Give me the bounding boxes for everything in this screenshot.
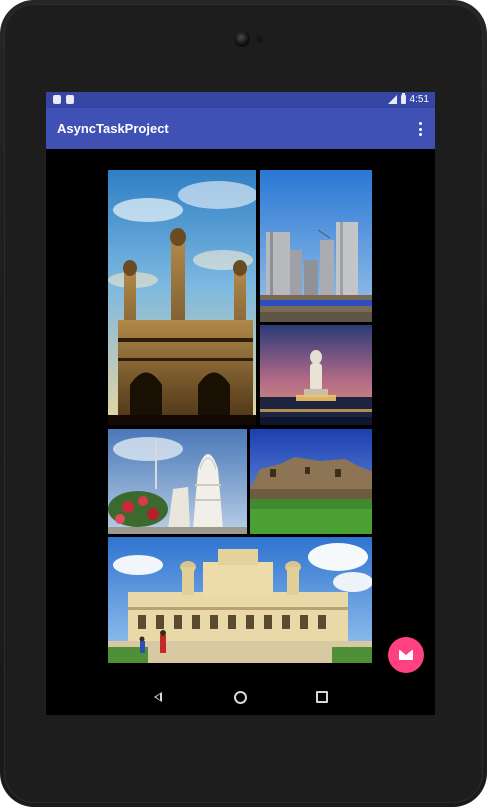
email-icon — [399, 650, 413, 660]
device-screen: 4:51 AsyncTaskProject — [46, 92, 435, 715]
app-title: AsyncTaskProject — [57, 121, 169, 136]
recents-icon — [316, 691, 328, 703]
birla-mandir-photo[interactable] — [108, 429, 247, 534]
navigation-bar — [46, 679, 435, 715]
buddha-statue-photo[interactable] — [260, 325, 372, 425]
battery-icon — [400, 93, 406, 104]
app-toolbar: AsyncTaskProject — [46, 108, 435, 149]
status-bar: 4:51 — [46, 92, 435, 108]
back-icon — [154, 692, 162, 702]
camera-sensor — [256, 36, 263, 43]
front-camera — [234, 31, 250, 47]
chowmahalla-palace-photo[interactable] — [108, 537, 372, 663]
back-button[interactable] — [148, 687, 168, 707]
signal-icon — [387, 95, 397, 104]
status-time: 4:51 — [409, 94, 429, 105]
tablet-frame: 4:51 AsyncTaskProject — [0, 0, 487, 807]
home-button[interactable] — [230, 687, 250, 707]
recents-button[interactable] — [312, 687, 332, 707]
charminar-photo[interactable] — [108, 170, 256, 425]
android-icon — [66, 95, 74, 104]
golconda-fort-photo[interactable] — [250, 429, 372, 534]
more-vert-icon[interactable] — [418, 122, 422, 136]
email-fab-button[interactable] — [388, 637, 424, 673]
skyscrapers-photo[interactable] — [260, 170, 372, 322]
sim-card-icon — [53, 95, 61, 104]
home-icon — [233, 690, 247, 704]
